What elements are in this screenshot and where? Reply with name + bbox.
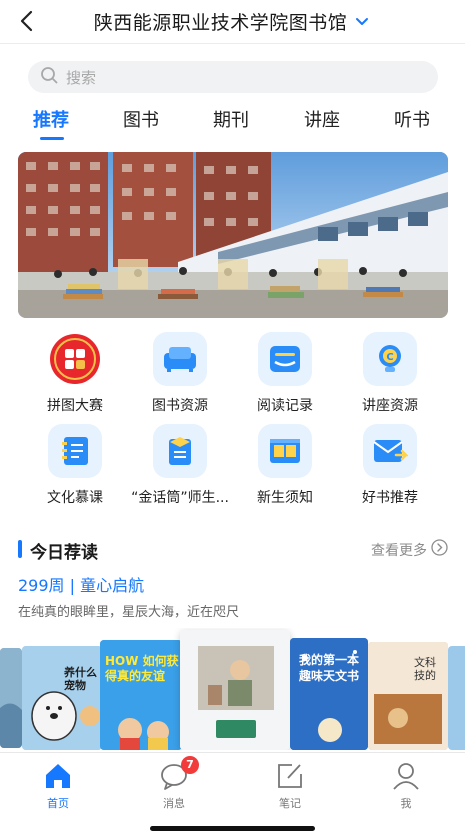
nav-messages[interactable]: 7 消息 — [134, 756, 214, 811]
feature-label: 拼图大赛 — [47, 398, 103, 414]
sofa-icon — [153, 332, 207, 386]
lightbulb-icon: C — [363, 332, 417, 386]
nav-notes[interactable]: 笔记 — [250, 761, 330, 811]
feature-label: 新生须知 — [257, 490, 313, 506]
user-icon — [391, 761, 421, 791]
active-tab-indicator — [40, 137, 64, 140]
nav-label: 笔记 — [279, 797, 301, 810]
book-cover[interactable] — [448, 646, 465, 750]
tab-recommend[interactable]: 推荐 — [33, 106, 69, 132]
message-icon: 7 — [159, 756, 199, 791]
home-indicator — [150, 826, 315, 831]
tab-lectures[interactable]: 讲座 — [304, 106, 340, 132]
chevron-down-icon — [355, 14, 371, 30]
book-title: HOW 如何获得真的友谊 — [105, 654, 179, 683]
feature-culture-mooc[interactable]: 文化慕课 — [20, 424, 130, 507]
chevron-right-circle-icon — [431, 539, 448, 560]
book-cover-featured[interactable] — [180, 630, 290, 750]
puzzle-icon — [48, 332, 102, 386]
today-reading-header: 今日荐读 查看更多 — [18, 538, 448, 563]
nav-label: 我 — [400, 797, 412, 810]
search-bar[interactable]: 搜索 — [28, 61, 438, 93]
feature-reading-record[interactable]: 阅读记录 — [230, 332, 340, 415]
open-book-icon — [258, 424, 312, 478]
feature-good-book-recommend[interactable]: 好书推荐 — [335, 424, 445, 507]
tab-journals[interactable]: 期刊 — [213, 106, 249, 132]
nav-label: 消息 — [163, 797, 185, 810]
search-placeholder: 搜索 — [66, 68, 97, 87]
mail-forward-icon — [363, 424, 417, 478]
feature-label: 文化慕课 — [47, 490, 103, 506]
book-cover[interactable]: HOW 如何获得真的友谊 — [100, 640, 182, 750]
feature-golden-mic[interactable]: “金话筒”师生... — [125, 424, 235, 507]
promo-banner[interactable] — [18, 152, 448, 318]
svg-text:C: C — [386, 352, 393, 363]
view-more-label: 查看更多 — [371, 542, 427, 559]
section-accent-bar — [18, 540, 22, 558]
book-carousel[interactable]: 养什么宠物 HOW 如何获得真的友谊 我的第一本趣味天文书 文科技的 — [0, 628, 465, 750]
notebook-icon — [48, 424, 102, 478]
feature-puzzle-contest[interactable]: 拼图大赛 — [20, 332, 130, 415]
unread-badge: 7 — [181, 756, 199, 774]
book-cover[interactable]: 我的第一本趣味天文书 — [290, 638, 368, 750]
library-switcher[interactable]: 陕西能源职业技术学院图书馆 — [0, 8, 465, 35]
book-title: 我的第一本趣味天文书 — [298, 653, 359, 683]
app-header: 陕西能源职业技术学院图书馆 — [0, 0, 465, 44]
reading-record-icon — [258, 332, 312, 386]
nav-label: 首页 — [47, 797, 69, 810]
view-more-link[interactable]: 查看更多 — [371, 539, 448, 560]
note-edit-icon — [275, 761, 305, 791]
feature-label: 图书资源 — [152, 398, 208, 414]
book-title: 文科技的 — [414, 656, 436, 682]
tab-books[interactable]: 图书 — [123, 106, 159, 132]
feature-label: 阅读记录 — [257, 398, 313, 414]
book-title: 养什么宠物 — [64, 666, 97, 692]
book-cover[interactable]: 养什么宠物 — [22, 646, 102, 750]
feature-label: 好书推荐 — [362, 490, 418, 506]
section-title: 今日荐读 — [30, 543, 98, 563]
today-issue-title[interactable]: 299周 | 童心启航 — [18, 572, 144, 596]
nav-profile[interactable]: 我 — [366, 761, 446, 811]
feature-book-resources[interactable]: 图书资源 — [125, 332, 235, 415]
category-tabs: 推荐 图书 期刊 讲座 听书 — [0, 106, 465, 140]
feature-label: “金话筒”师生... — [131, 490, 229, 506]
search-icon — [40, 66, 58, 88]
feature-lecture-resources[interactable]: C 讲座资源 — [335, 332, 445, 415]
graduate-cap-icon — [153, 424, 207, 478]
book-cover[interactable] — [0, 648, 22, 748]
book-cover[interactable]: 文科技的 — [368, 642, 448, 750]
home-icon — [43, 761, 73, 791]
tab-audiobooks[interactable]: 听书 — [394, 106, 430, 132]
today-description: 在纯真的眼眸里，星辰大海，近在咫尺 — [18, 605, 240, 620]
feature-freshman-guide[interactable]: 新生须知 — [230, 424, 340, 507]
page-title: 陕西能源职业技术学院图书馆 — [93, 12, 348, 34]
feature-label: 讲座资源 — [362, 398, 418, 414]
nav-home[interactable]: 首页 — [18, 761, 98, 811]
